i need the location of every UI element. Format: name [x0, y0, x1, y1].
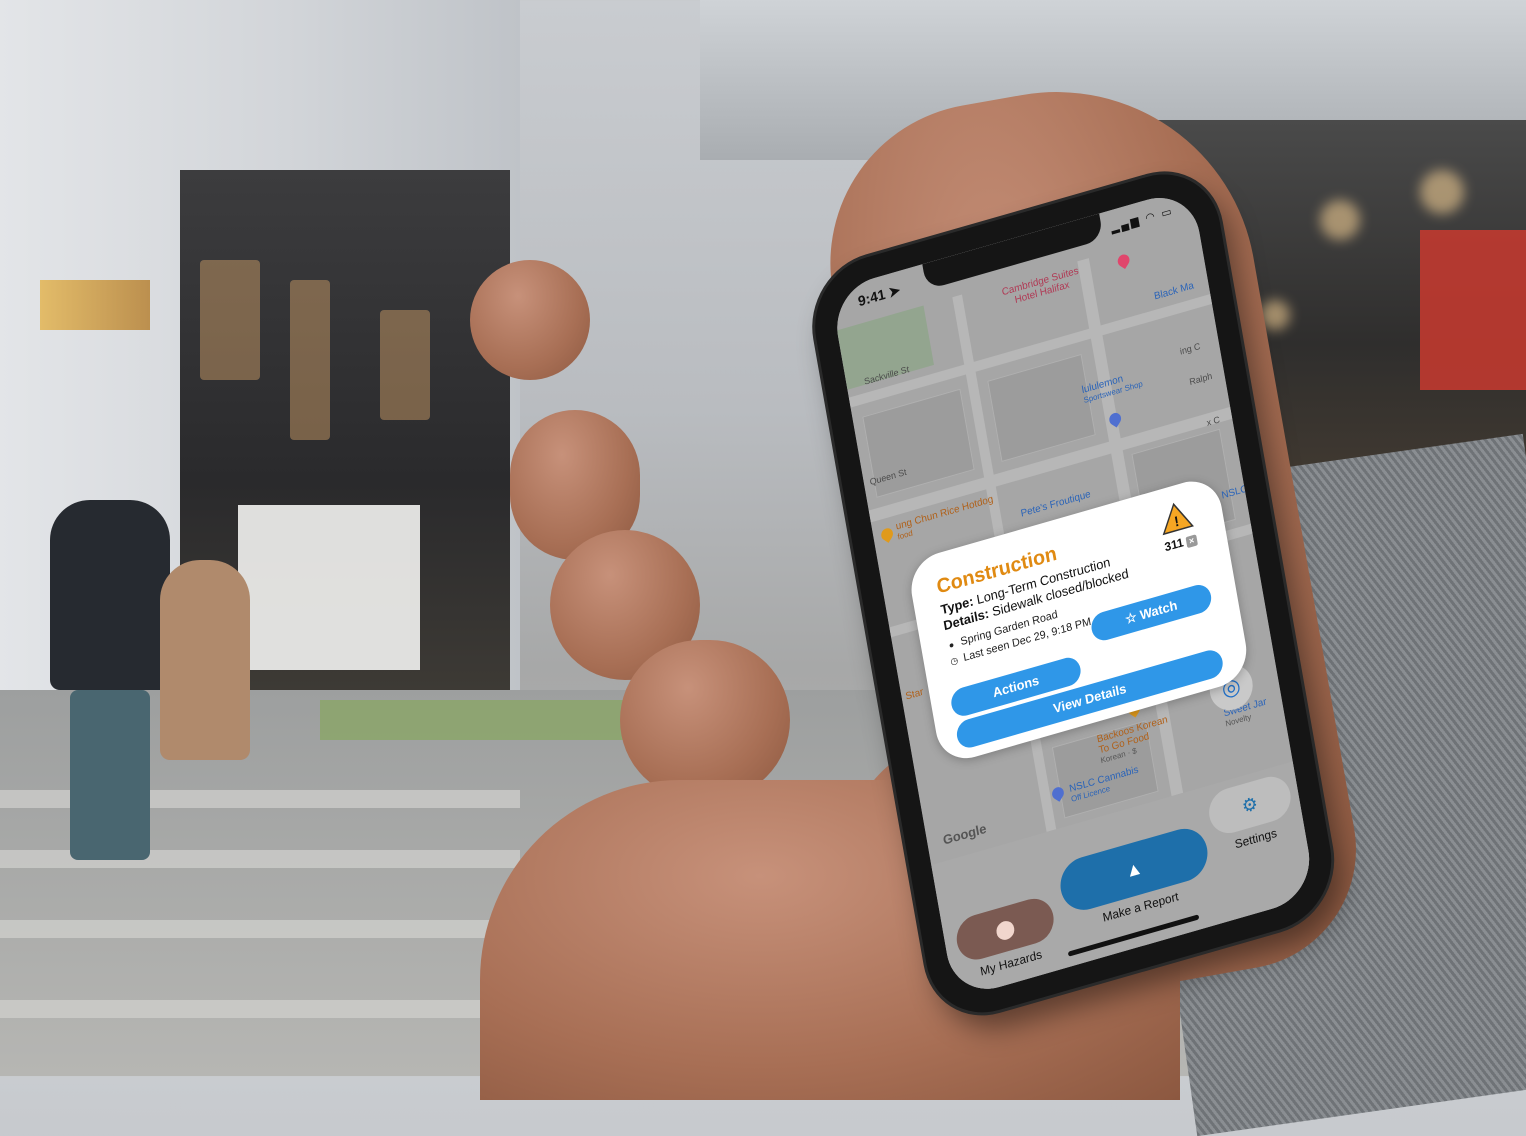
- my-hazards-tab[interactable]: ⬤ My Hazards: [953, 893, 1060, 984]
- map-label-ralph: Ralph: [1188, 370, 1213, 388]
- clock-icon: ◷: [949, 654, 959, 667]
- location-pin-icon: ●: [948, 639, 956, 651]
- status-time: 9:41 ➤: [856, 281, 902, 310]
- background-person-2: [160, 560, 250, 760]
- map-label-star[interactable]: Star: [905, 687, 925, 703]
- battery-icon: ▭: [1160, 205, 1175, 221]
- food-pin-icon[interactable]: [878, 526, 896, 543]
- google-logo: Google: [941, 820, 988, 848]
- background-sign: [238, 505, 420, 670]
- signal-icon: ▂▄▆: [1110, 214, 1142, 235]
- hotel-pin-icon[interactable]: [1115, 252, 1132, 270]
- background-person: [50, 500, 170, 690]
- status-icons: ▂▄▆ ◠ ▭: [1110, 204, 1175, 235]
- map-label-ing-c: ing C: [1179, 340, 1202, 357]
- background-red-sign: [1420, 230, 1526, 390]
- star-icon: ☆: [1124, 608, 1138, 627]
- settings-tab[interactable]: ⚙ Settings: [1205, 771, 1298, 858]
- wifi-icon: ◠: [1144, 209, 1158, 225]
- watch-button[interactable]: ☆ Watch: [1089, 581, 1214, 644]
- location-arrow-icon: ➤: [887, 281, 902, 301]
- map-label-xc: x C: [1205, 414, 1221, 428]
- phone: Cambridge Suites Hotel Halifax Black Ma …: [560, 0, 1342, 1028]
- warning-icon: !: [1162, 502, 1194, 536]
- close-icon[interactable]: ×: [1185, 534, 1199, 549]
- background-awning: [40, 280, 150, 330]
